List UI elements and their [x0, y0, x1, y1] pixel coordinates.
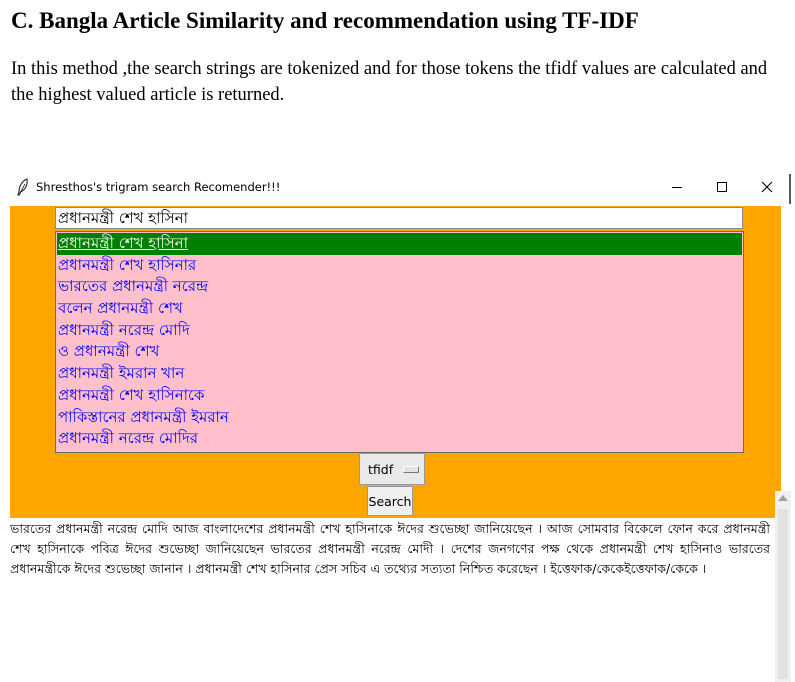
document-heading: C. Bangla Article Similarity and recomme… — [11, 8, 639, 33]
method-dropdown[interactable]: tfidf — [359, 453, 425, 485]
client-area: প্রধানমন্ত্রী শেখ হাসিনা প্রধানমন্ত্রী শ… — [10, 206, 791, 682]
suggestion-item[interactable]: প্রধানমন্ত্রী নরেন্দ্র মোদির — [57, 428, 742, 450]
document-paragraph: In this method ,the search strings are t… — [11, 59, 768, 105]
suggestion-item[interactable]: প্রধানমন্ত্রী শেখ হাসিনার — [57, 255, 742, 277]
suggestion-item[interactable]: ও প্রধানমন্ত্রী শেখ — [57, 341, 742, 363]
control-panel: প্রধানমন্ত্রী শেখ হাসিনা প্রধানমন্ত্রী শ… — [10, 206, 781, 518]
window-border — [789, 174, 791, 204]
scroll-thumb[interactable] — [778, 509, 788, 679]
suggestion-item[interactable]: প্রধানমন্ত্রী শেখ হাসিনাকে — [57, 385, 742, 407]
suggestion-item[interactable]: প্রধানমন্ত্রী শেখ হাসিনা — [57, 233, 742, 255]
scroll-up-arrow-icon[interactable] — [778, 495, 788, 501]
dropdown-indicator-icon — [403, 465, 420, 473]
title-bar[interactable]: Shresthos's trigram search Recomender!!! — [10, 170, 791, 206]
suggestion-item[interactable]: বলেন প্রধানমন্ত্রী শেখ — [57, 298, 742, 320]
search-button[interactable]: Search — [367, 486, 413, 516]
result-text: ভারতের প্রধানমন্ত্রী নরেন্দ্র মোদি আজ বা… — [10, 521, 770, 576]
suggestion-list[interactable]: প্রধানমন্ত্রী শেখ হাসিনা প্রধানমন্ত্রী শে… — [55, 231, 744, 453]
suggestion-item[interactable]: প্রধানমন্ত্রী নরেন্দ্র মোদি — [57, 320, 742, 342]
method-value: tfidf — [368, 461, 394, 477]
minimize-icon[interactable] — [662, 176, 692, 198]
feather-icon — [16, 178, 30, 196]
search-input[interactable]: প্রধানমন্ত্রী শেখ হাসিনা — [55, 207, 743, 229]
suggestion-item[interactable]: প্রধানমন্ত্রী ইমরান খান — [57, 363, 742, 385]
suggestion-item[interactable]: ভারতের প্রধানমন্ত্রী নরেন্দ্র — [57, 276, 742, 298]
suggestion-item[interactable]: পাকিস্তানের প্রধানমন্ত্রী ইমরান — [57, 407, 742, 429]
app-window: Shresthos's trigram search Recomender!!!… — [10, 170, 791, 682]
window-title: Shresthos's trigram search Recomender!!! — [36, 180, 281, 194]
vertical-scrollbar[interactable] — [775, 491, 791, 682]
maximize-icon[interactable] — [707, 176, 737, 198]
close-icon[interactable] — [752, 176, 782, 198]
